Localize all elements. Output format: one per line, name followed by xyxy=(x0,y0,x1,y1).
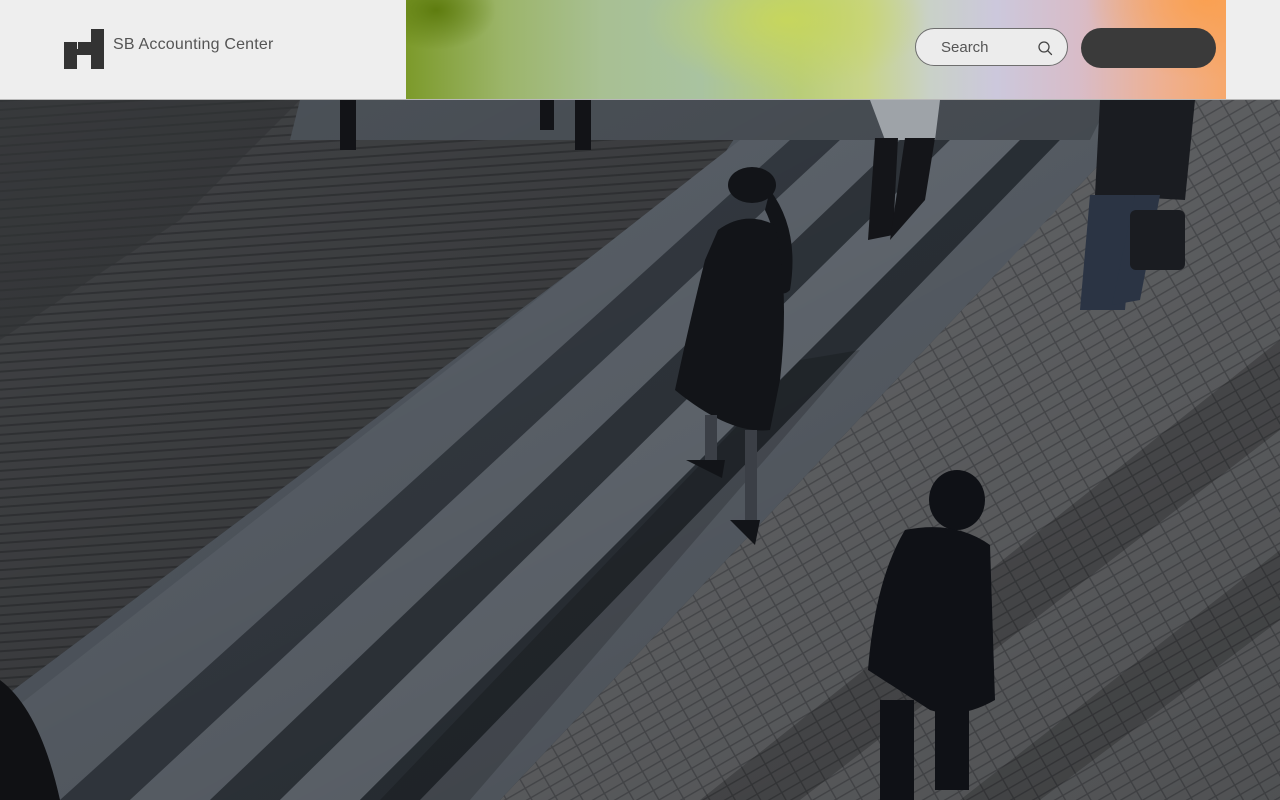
brand-logo-link[interactable]: SB Accounting Center xyxy=(64,29,274,69)
search-input[interactable] xyxy=(941,38,1041,56)
search-icon[interactable] xyxy=(1037,40,1053,56)
stepped-squares-logo-icon xyxy=(64,29,104,69)
hero-photo-illustration xyxy=(0,100,1280,800)
header-cta-button[interactable] xyxy=(1081,28,1216,68)
page: SB Accounting Center xyxy=(0,0,1280,800)
brand-name: SB Accounting Center xyxy=(113,36,274,53)
search-box[interactable] xyxy=(915,28,1068,66)
site-header: SB Accounting Center xyxy=(0,0,1280,100)
hero-image xyxy=(0,100,1280,800)
